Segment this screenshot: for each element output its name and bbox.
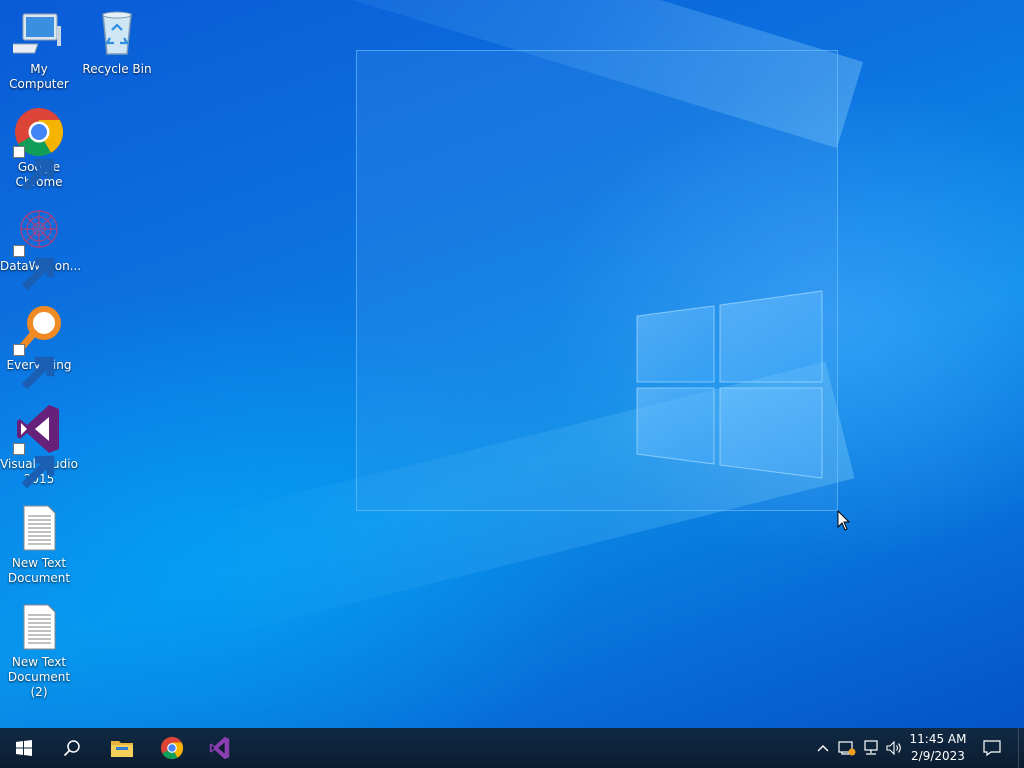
shortcut-arrow-icon — [13, 344, 55, 390]
desktop-icon-new-text-document[interactable]: New Text Document — [0, 502, 78, 586]
shortcut-arrow-icon — [13, 443, 55, 489]
icon-label: My Computer — [9, 62, 69, 91]
taskbar-chrome[interactable] — [148, 728, 196, 768]
clock-time: 11:45 AM — [909, 732, 967, 746]
tray-volume[interactable] — [884, 728, 904, 768]
shortcut-arrow-icon — [13, 146, 55, 192]
show-desktop-button[interactable] — [1018, 728, 1024, 768]
chevron-up-icon — [817, 745, 829, 752]
chrome-icon — [160, 736, 184, 760]
desktop-icon-recycle-bin[interactable]: Recycle Bin — [78, 8, 156, 77]
text-document-icon — [23, 604, 56, 650]
network-icon — [864, 740, 878, 755]
tray-network-warning[interactable] — [836, 728, 858, 768]
taskbar-visual-studio[interactable] — [196, 728, 244, 768]
desktop[interactable]: My Computer Recycle Bin Google Chrome Da… — [0, 0, 1024, 728]
recycle-bin-icon — [102, 11, 132, 55]
windows-logo-wallpaper — [636, 290, 823, 479]
volume-icon — [886, 741, 901, 755]
action-center-button[interactable] — [978, 728, 1006, 768]
visual-studio-icon — [209, 736, 230, 760]
windows-start-icon — [16, 740, 32, 756]
file-explorer-icon — [111, 741, 133, 757]
start-button[interactable] — [0, 728, 48, 768]
mouse-cursor-icon — [837, 510, 851, 531]
show-hidden-icons-button[interactable] — [814, 728, 832, 768]
action-center-icon — [983, 740, 1001, 756]
desktop-icon-everything[interactable]: Everything — [0, 304, 78, 390]
text-document-icon — [23, 505, 56, 551]
clock-date: 2/9/2023 — [911, 749, 965, 763]
network-warning-icon — [838, 741, 856, 756]
icon-label: Recycle Bin — [82, 62, 152, 76]
taskbar-file-explorer[interactable] — [98, 728, 146, 768]
search-button[interactable] — [48, 728, 96, 768]
icon-label: New Text Document — [7, 556, 71, 585]
desktop-icon-new-text-document-2[interactable]: New Text Document (2) — [0, 601, 78, 700]
tray-network[interactable] — [860, 728, 882, 768]
desktop-icon-my-computer[interactable]: My Computer — [0, 8, 78, 92]
icon-label: New Text Document (2) — [7, 655, 71, 699]
desktop-icon-datawagon[interactable]: DataWagon... — [0, 205, 81, 291]
taskbar: 11:45 AM 2/9/2023 — [0, 728, 1024, 768]
shortcut-arrow-icon — [13, 245, 55, 291]
desktop-icon-google-chrome[interactable]: Google Chrome — [0, 106, 78, 192]
taskbar-clock[interactable]: 11:45 AM 2/9/2023 — [904, 731, 972, 765]
computer-icon — [13, 13, 61, 54]
desktop-icon-visual-studio[interactable]: Visual Studio 2015 — [0, 403, 78, 489]
search-icon — [63, 740, 80, 757]
